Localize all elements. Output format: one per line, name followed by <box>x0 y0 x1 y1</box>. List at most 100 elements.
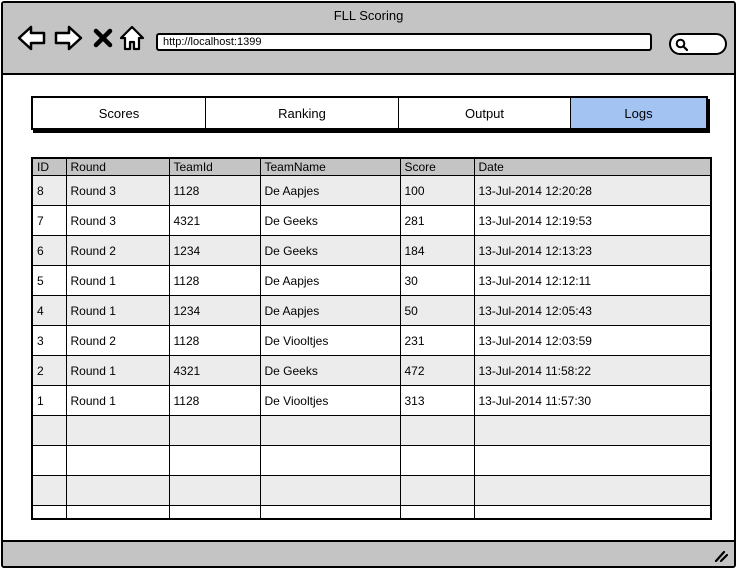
table-cell: 4321 <box>169 355 261 386</box>
table-row[interactable]: 1 Round 1 1128 De Viooltjes 313 13-Jul-2014 1… <box>33 385 710 416</box>
table-cell <box>400 445 475 476</box>
table-cell: Round 3 <box>66 175 170 206</box>
search-icon <box>675 38 689 52</box>
table-row[interactable]: 8 Round 3 1128 De Aapjes 100 13-Jul-2014 12:2… <box>33 175 710 206</box>
logs-table: ID Round TeamId TeamName Score Date 8 Round 31… <box>31 157 712 520</box>
resize-grip-icon[interactable] <box>712 548 728 562</box>
table-cell: 13-Jul-2014 12:20:28 <box>474 175 710 206</box>
table-row[interactable]: 6 Round 2 1234 De Geeks 184 13-Jul-2014 12:13… <box>33 235 710 266</box>
column-header[interactable]: TeamName <box>260 159 401 176</box>
column-header[interactable]: Date <box>474 159 710 176</box>
table-cell <box>33 505 67 518</box>
table-cell: De Geeks <box>260 205 401 236</box>
column-header[interactable]: Score <box>400 159 475 176</box>
tab-ranking[interactable]: Ranking <box>206 98 399 128</box>
table-cell: 13-Jul-2014 12:13:23 <box>474 235 710 266</box>
table-cell: Round 1 <box>66 385 170 416</box>
title-bar: FLL Scoring http://localhost:1399 <box>3 3 734 75</box>
forward-arrow-icon[interactable] <box>53 23 83 53</box>
back-arrow-icon[interactable] <box>17 23 47 53</box>
status-bar <box>3 540 734 566</box>
search-field[interactable] <box>669 33 727 55</box>
table-cell <box>169 475 261 506</box>
table-cell <box>33 475 67 506</box>
table-cell: De Viooltjes <box>260 325 401 356</box>
table-cell <box>474 475 710 506</box>
table-cell: 6 <box>33 235 67 266</box>
table-cell: De Geeks <box>260 235 401 266</box>
browser-window: FLL Scoring http://localhost:1399 Scores… <box>1 1 736 568</box>
tab-scores[interactable]: Scores <box>33 98 206 128</box>
table-cell: 184 <box>400 235 475 266</box>
tab-label: Ranking <box>278 105 326 121</box>
table-cell: 13-Jul-2014 11:57:30 <box>474 385 710 416</box>
table-cell <box>169 415 261 446</box>
table-header-row: ID Round TeamId TeamName Score Date <box>33 159 710 176</box>
table-cell: 13-Jul-2014 12:12:11 <box>474 265 710 296</box>
tab-logs[interactable]: Logs <box>571 98 706 128</box>
table-cell: Round 1 <box>66 265 170 296</box>
table-cell <box>400 475 475 506</box>
table-row[interactable]: 4 Round 1 1234 De Aapjes 50 13-Jul-2014 12:05… <box>33 295 710 326</box>
table-cell <box>66 505 170 518</box>
table-cell: De Aapjes <box>260 295 401 326</box>
tab-label: Scores <box>98 105 140 121</box>
close-icon[interactable] <box>91 23 115 53</box>
table-row[interactable]: 2 Round 1 4321 De Geeks 472 13-Jul-2014 11:58… <box>33 355 710 386</box>
table-cell: 13-Jul-2014 12:05:43 <box>474 295 710 326</box>
table-cell: De Viooltjes <box>260 385 401 416</box>
table-cell: 5 <box>33 265 67 296</box>
table-cell <box>474 505 710 518</box>
column-header[interactable]: TeamId <box>169 159 261 176</box>
table-row[interactable]: 7 Round 3 4321 De Geeks 281 13-Jul-2014 12:19… <box>33 205 710 236</box>
column-header[interactable]: Round <box>66 159 170 176</box>
table-cell <box>400 415 475 446</box>
table-cell: De Aapjes <box>260 175 401 206</box>
table-cell: 4 <box>33 295 67 326</box>
table-cell: 1128 <box>169 265 261 296</box>
table-cell <box>66 475 170 506</box>
table-cell <box>169 505 261 518</box>
table-cell: 231 <box>400 325 475 356</box>
table-cell <box>260 475 401 506</box>
table-cell: 13-Jul-2014 12:03:59 <box>474 325 710 356</box>
table-cell: 1128 <box>169 385 261 416</box>
table-cell: Round 1 <box>66 355 170 386</box>
table-cell: 472 <box>400 355 475 386</box>
table-cell: 8 <box>33 175 67 206</box>
table-cell: 3 <box>33 325 67 356</box>
table-cell: 13-Jul-2014 11:58:22 <box>474 355 710 386</box>
table-row[interactable]: 5 Round 1 1128 De Aapjes 30 13-Jul-2014 12:12… <box>33 265 710 296</box>
table-cell: 2 <box>33 355 67 386</box>
table-cell: Round 1 <box>66 295 170 326</box>
table-cell: De Geeks <box>260 355 401 386</box>
table-cell: 1234 <box>169 295 261 326</box>
table-cell <box>260 415 401 446</box>
home-icon[interactable] <box>119 23 145 53</box>
table-cell: 4321 <box>169 205 261 236</box>
table-cell: 7 <box>33 205 67 236</box>
table-cell <box>260 445 401 476</box>
url-input[interactable]: http://localhost:1399 <box>156 33 652 51</box>
column-header[interactable]: ID <box>33 159 67 176</box>
table-row[interactable] <box>33 475 710 506</box>
table-cell: 100 <box>400 175 475 206</box>
table-cell: 30 <box>400 265 475 296</box>
table-cell: 50 <box>400 295 475 326</box>
table-cell <box>33 445 67 476</box>
table-cell <box>169 445 261 476</box>
table-cell <box>66 415 170 446</box>
tab-output[interactable]: Output <box>399 98 571 128</box>
table-cell: De Aapjes <box>260 265 401 296</box>
table-row[interactable] <box>33 445 710 476</box>
table-row[interactable] <box>33 505 710 518</box>
table-cell: 1 <box>33 385 67 416</box>
table-cell <box>400 505 475 518</box>
tab-label: Logs <box>624 105 653 121</box>
window-title: FLL Scoring <box>333 8 404 23</box>
table-row[interactable] <box>33 415 710 446</box>
table-cell <box>66 445 170 476</box>
table-cell <box>474 415 710 446</box>
table-row[interactable]: 3 Round 2 1128 De Viooltjes 231 13-Jul-2014 1… <box>33 325 710 356</box>
table-cell: 1128 <box>169 175 261 206</box>
